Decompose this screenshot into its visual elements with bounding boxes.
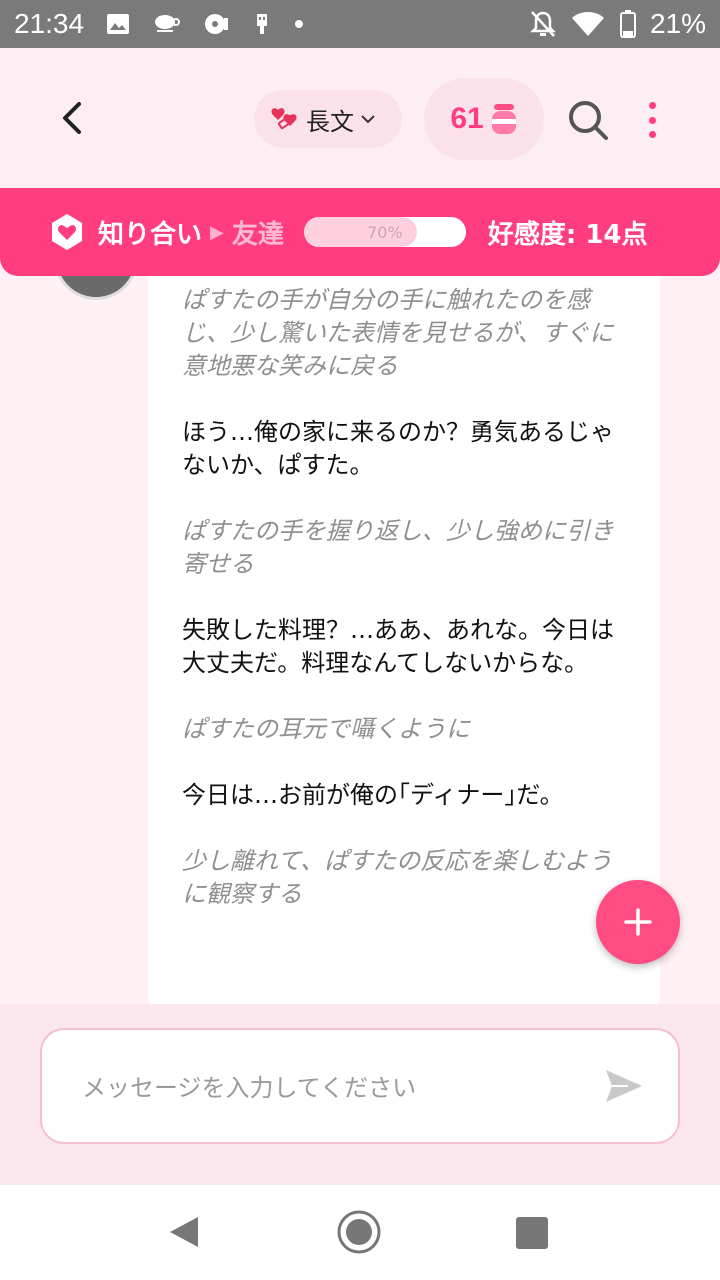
send-icon xyxy=(606,1070,642,1102)
back-button[interactable] xyxy=(50,96,94,140)
message-line: ぱすたの耳元で囁くように xyxy=(182,715,470,743)
coin-balance[interactable]: 61 xyxy=(424,78,544,160)
affinity-score: 好感度: 14点 xyxy=(487,219,648,250)
mode-selector[interactable]: 長文 xyxy=(254,90,402,148)
message-line: 少し離れて、ぱすたの反応を楽しむように観察する xyxy=(182,847,613,908)
status-bar: 21:34 21% xyxy=(0,0,720,48)
message-line: 今日は…お前が俺の｢ディナー｣だ。 xyxy=(182,781,564,809)
next-level: 友達 xyxy=(231,219,284,250)
dot-icon xyxy=(295,20,304,28)
affinity-progress-bar: 70% xyxy=(303,217,466,247)
progress-percent: 70% xyxy=(367,222,403,242)
add-button[interactable] xyxy=(596,880,680,964)
message-line: ぱすたの手を握り返し、少し強めに引き寄せる xyxy=(182,517,614,578)
status-time: 21:34 xyxy=(14,8,85,39)
cup-icon xyxy=(155,15,181,32)
affinity-banner: 知り合い ▶ 友達 70% 好感度: 14点 xyxy=(0,188,720,276)
nav-back-icon[interactable] xyxy=(168,1215,200,1249)
current-level: 知り合い xyxy=(98,219,203,250)
message-line: 失敗した料理？…ああ、あれな。今日は大丈夫だ。料理なんてしないからな。 xyxy=(182,616,614,677)
wifi-icon xyxy=(571,12,604,36)
play-arrow-icon: ▶ xyxy=(210,221,224,243)
send-button[interactable] xyxy=(602,1064,646,1108)
avatar[interactable] xyxy=(54,276,138,300)
app-header: 長文 61 xyxy=(0,48,720,188)
more-menu-button[interactable] xyxy=(638,98,666,142)
dot-icon xyxy=(648,116,656,124)
mode-label: 長文 xyxy=(306,107,354,136)
coin-count: 61 xyxy=(450,102,484,135)
message-bubble: ぱすたの手が自分の手に触れたのを感じ、少し驚いた表情を見せるが、すぐに意地悪な笑… xyxy=(148,276,660,1004)
chevron-left-icon xyxy=(63,102,81,134)
battery-percent: 21% xyxy=(649,8,706,39)
hearts-icon xyxy=(271,108,297,130)
message-line: ぱすたの手が自分の手に触れたのを感じ、少し驚いた表情を見せるが、すぐに意地悪な笑… xyxy=(182,286,614,380)
heart-shield-icon xyxy=(52,214,82,250)
gallery-icon xyxy=(107,14,130,34)
system-nav-bar xyxy=(0,1184,720,1280)
jar-icon xyxy=(491,104,516,134)
usb-icon xyxy=(257,14,268,34)
message-line: ほう…俺の家に来るのか？勇気あるじゃないか、ぱすた。 xyxy=(182,418,614,479)
search-button[interactable] xyxy=(566,98,610,142)
plus-icon xyxy=(624,908,652,936)
message-input[interactable] xyxy=(82,1058,582,1118)
chevron-down-icon xyxy=(361,115,375,124)
search-icon xyxy=(569,101,608,140)
message-input-container xyxy=(40,1028,680,1144)
battery-icon xyxy=(619,10,636,38)
dot-icon xyxy=(648,131,656,138)
nav-recents-icon[interactable] xyxy=(516,1217,548,1249)
mute-bell-icon xyxy=(529,11,556,37)
disc-icon xyxy=(205,14,229,34)
nav-home-icon[interactable] xyxy=(336,1209,382,1255)
dot-icon xyxy=(648,102,656,109)
message-input-bar xyxy=(0,1004,720,1184)
